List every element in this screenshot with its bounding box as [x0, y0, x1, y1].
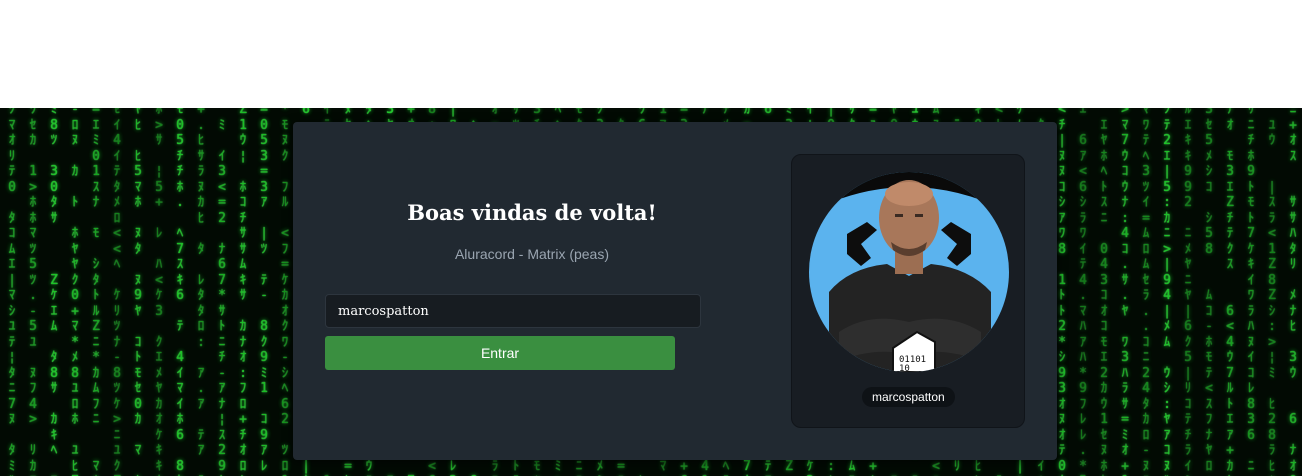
profile-photo-panel: 01101 10 marcospatton	[791, 154, 1025, 428]
login-form: Boas vindas de volta! Aluracord - Matrix…	[325, 122, 701, 460]
matrix-rain-column: ｴ 6 ｱ < 6 ｼ ﾗ ﾜ ｲ ﾃ 4 . ﾏ ﾊ ｱ ﾊ * 9 ﾌ ﾚ …	[1079, 108, 1087, 476]
matrix-rain-column: ﾕ ｳ | ｽ ﾗ < 1 Z 8 Z ｼ : > ¦ ﾐ ﾋ 2 8 ﾗ ﾋ …	[1268, 117, 1276, 476]
svg-text:10: 10	[899, 364, 910, 372]
matrix-rain-column: + . ﾋ ｻ ﾗ ﾇ ｶ ﾋ ﾀ ﾚ ﾀ ﾀ ﾛ : ｱ . ｱ ﾃ ｱ ﾗ	[197, 108, 205, 476]
matrix-rain-column: Z 1 ｳ ¦ ﾎ ｺ ﾁ ｻ ｻ ﾑ ｷ ｻ ｶ ﾅ ｵ : ﾌ ﾛ + ﾁ …	[239, 108, 247, 476]
enter-button[interactable]: Entrar	[325, 336, 675, 370]
username-input[interactable]	[325, 294, 701, 328]
matrix-rain-column: * ﾓ ﾇ ｸ ﾌ ﾙ < ﾌ = ｹ ｶ ｵ ｸ ﾜ - ｼ ﾍ 6 2 ﾂ …	[281, 108, 289, 476]
matrix-rain-column: = ｴ ﾐ 0 1 ｽ ﾅ ﾓ ｼ ﾀ ﾄ ﾙ Z ﾆ * ｶ ﾑ ﾌ ﾆ ﾏ …	[92, 108, 100, 476]
user-avatar-photo-icon: 01101 10	[809, 172, 1009, 372]
app-subtitle: Aluracord - Matrix (peas)	[454, 246, 610, 262]
matrix-rain-column: ﾜ ｾ ｶ 1 > ﾎ ﾎ ﾏ ﾂ 5 ﾂ . - 5 ﾕ ﾇ ﾌ 4 > ﾘ …	[29, 108, 37, 476]
matrix-rain-column: = 0 5 3 = 3 ｱ | ﾂ ﾃ - 8 ｸ 9 ﾐ 1 ｺ 9 ｱ ﾚ	[260, 108, 268, 474]
matrix-rain-column: ﾂ ﾃ 2 ｴ | 5 : ｶ ﾆ > | 9 4 | ﾒ ﾑ ｳ ｼ : ﾔ …	[1163, 108, 1171, 476]
matrix-rain-column: ﾅ ｵ ﾓ 3 ｴ Z ﾁ ﾃ ｸ ｽ 6 < 4 ｳ 7 ﾙ ﾄ ｴ ｱ + …	[1226, 108, 1234, 476]
matrix-rain-column: ｾ ｲ 4 ｲ ﾃ ﾀ ﾒ ﾛ < < ﾍ ｹ ﾘ ﾂ ﾅ - 8 ﾂ ｹ > …	[113, 108, 121, 476]
matrix-rain-column: 3 ｾ 5 ﾒ ｼ ｺ ｼ 5 8 ﾑ ｺ - ﾎ ﾓ ﾃ < ｽ ﾌ ﾅ ﾔ …	[1205, 108, 1213, 476]
matrix-rain-column: ｴ ﾔ ﾎ ﾍ ﾄ ｽ ﾆ 0 4 3 ｺ ｵ ｺ ﾓ ｴ 2 ｶ ｳ 1 ｾ …	[1100, 117, 1108, 476]
matrix-rain-column: ﾙ ｴ ｷ ｷ 9 9 2 ﾆ ﾒ ﾔ ﾆ ﾔ | 6 ｸ 5 | ﾘ ｺ ﾃ …	[1184, 108, 1192, 476]
matrix-rain-column: ﾔ ﾋ ﾋ 5 ﾏ ﾎ ﾇ ﾀ ﾇ 9 ﾔ ｺ ﾄ ﾓ ｾ 0 ｶ ﾏ ｷ	[134, 108, 142, 476]
login-card: Boas vindas de volta! Aluracord - Matrix…	[293, 122, 1057, 460]
matrix-rain-column: ﾘ ﾆ ﾁ ﾎ 9 ﾄ ﾓ ﾄ 7 ｹ ｷ ｲ ﾜ ﾗ ﾊ ﾇ ｲ ｺ ﾚ 8 …	[1247, 108, 1255, 476]
matrix-rain-column: ﾎ > ｻ ¦ 5 + ﾚ ﾊ < ｹ 3 ｸ ｴ ﾒ ﾔ ｶ ｵ ｹ ｷ ｷ …	[155, 108, 163, 476]
username-badge: marcospatton	[862, 387, 955, 407]
matrix-rain-column: ｸ ﾏ ｵ ﾘ ﾃ 0 ﾀ ｺ ﾑ ｴ | ﾏ ｼ ﾕ ﾃ ¦ ﾀ ﾆ 7 ﾇ …	[8, 108, 16, 476]
matrix-rain-column: ﾆ + ｵ ｽ ｻ ｻ ﾊ ﾀ ﾘ ﾒ ﾅ ﾋ 3 ｳ 6 ﾅ ｵ 0	[1289, 108, 1297, 476]
avatar: 01101 10	[809, 172, 1009, 372]
welcome-title: Boas vindas de volta!	[407, 200, 657, 225]
matrix-rain-column: ﾐ 8 ﾂ 3 0 ﾀ ｻ Z ｹ ｴ ﾑ ﾀ 8 ｻ ｶ ｷ ﾍ ﾏ	[50, 108, 58, 476]
matrix-rain-column: ﾓ 0 5 ﾁ ﾁ ﾎ . ﾍ 7 ｽ ｷ 6 ﾃ 4 ｲ ﾏ ｲ ﾎ 6 8 …	[176, 108, 184, 476]
matrix-rain-column: ﾐ ｲ 3 < = 2 ﾅ 6 7 * ｻ ﾄ ﾆ ﾁ - ｱ ﾅ ¦ ｽ 2 …	[218, 117, 226, 476]
matrix-rain-column: ﾏ ﾜ ﾃ ﾍ 3 ﾂ ｲ = ﾑ ﾛ ﾑ ｾ ﾗ . . ｺ ﾆ 2 4 ﾀ …	[1142, 108, 1150, 476]
matrix-rain-column: - ﾛ ﾇ ｶ ﾄ ﾎ ﾔ ﾔ ｸ 0 + ﾏ * ﾒ 8 ﾕ ﾛ ﾎ ﾕ ﾋ …	[71, 108, 79, 476]
matrix-rain-column: > ﾏ 7 ｳ ｺ ｳ ﾅ : 4 ｺ . ｻ . ﾔ ﾜ 3 ﾊ ﾗ ｻ = …	[1121, 108, 1129, 476]
